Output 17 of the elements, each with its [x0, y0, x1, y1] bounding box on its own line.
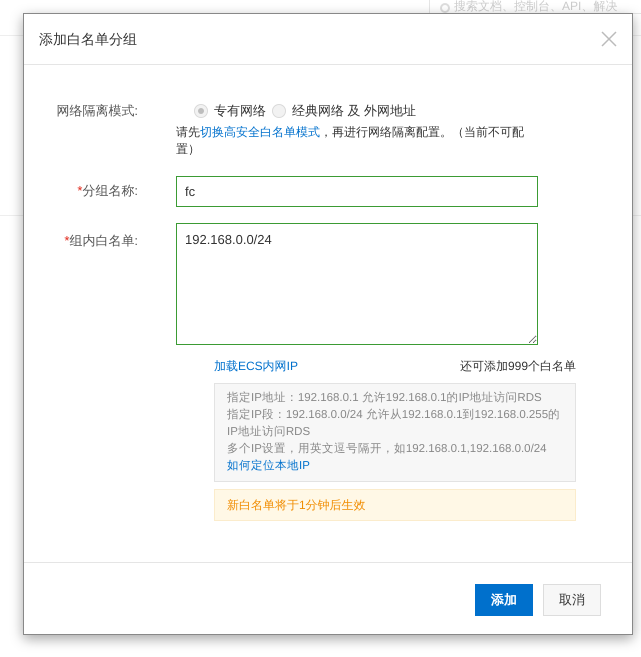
load-ecs-link[interactable]: 加载ECS内网IP [214, 356, 298, 374]
close-icon[interactable] [601, 31, 617, 47]
cancel-button[interactable]: 取消 [543, 584, 601, 616]
dialog-title: 添加白名单分组 [39, 30, 137, 48]
remaining-count: 还可添加999个白名单 [460, 358, 576, 374]
help-text: 多个IP设置，用英文逗号隔开，如192.168.0.1,192.168.0.0/24 [227, 442, 548, 456]
add-button[interactable]: 添加 [475, 584, 533, 616]
notice-banner: 新白名单将于1分钟后生效 [214, 488, 576, 520]
field-label: *组内白名单: [63, 232, 139, 250]
whitelist-textarea[interactable]: 192.168.0.0/24 [176, 222, 538, 344]
locate-ip-link[interactable]: 如何定位本地IP [227, 458, 310, 474]
group-name-input[interactable]: fc [176, 176, 538, 206]
help-text: 指定IP地址：192.168.0.1 允许192.168.0.1的IP地址访问RDS [227, 390, 543, 406]
field-label: *分组名称: [76, 182, 139, 200]
help-text: 指定IP段：192.168.0.0/24 允许从192.168.0.1到192.168.0.255的IP地址访问RDS [227, 408, 562, 440]
network-note: 请先切换高安全白名单模式，再进行网络隔离配置。（当前不可配置） [176, 124, 525, 158]
field-label: 网络隔离模式: [55, 102, 139, 120]
